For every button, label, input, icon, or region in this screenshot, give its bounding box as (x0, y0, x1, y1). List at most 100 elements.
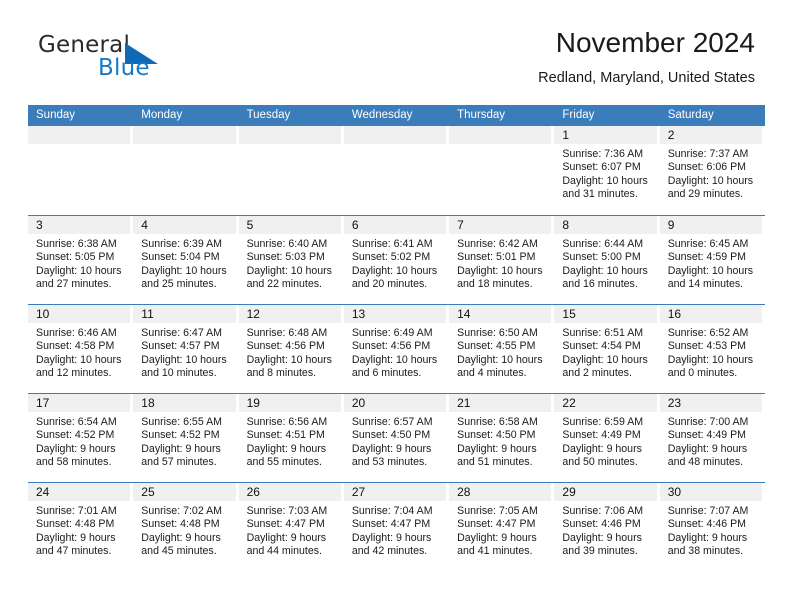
sunset-text: Sunset: 5:02 PM (351, 251, 431, 264)
day-cell[interactable]: 6 Sunrise: 6:41 AM Sunset: 5:02 PM Dayli… (343, 216, 449, 304)
sunset-text: Sunset: 4:56 PM (246, 340, 325, 353)
day-cell[interactable] (238, 126, 344, 215)
day-cell[interactable]: 23 Sunrise: 7:00 AM Sunset: 4:49 PM Dayl… (659, 394, 765, 482)
day-number: 8 (554, 216, 657, 234)
day-cell[interactable]: 15 Sunrise: 6:51 AM Sunset: 4:54 PM Dayl… (554, 305, 659, 393)
day-number: 18 (133, 394, 236, 412)
day-cell[interactable]: 22 Sunrise: 6:59 AM Sunset: 4:49 PM Dayl… (554, 394, 659, 482)
sunset-text: Sunset: 4:46 PM (562, 518, 641, 531)
sunset-text: Sunset: 5:04 PM (141, 251, 220, 264)
day-number: 13 (343, 305, 447, 323)
day-number: 3 (28, 216, 131, 234)
sunset-text: Sunset: 4:47 PM (351, 518, 431, 531)
sunset-text: Sunset: 4:52 PM (141, 429, 220, 442)
day-number: 16 (659, 305, 762, 323)
day-cell[interactable] (28, 126, 133, 215)
day-cell[interactable]: 26 Sunrise: 7:03 AM Sunset: 4:47 PM Dayl… (238, 483, 344, 571)
day-cell[interactable]: 25 Sunrise: 7:02 AM Sunset: 4:48 PM Dayl… (133, 483, 238, 571)
day-cell[interactable]: 9 Sunrise: 6:45 AM Sunset: 4:59 PM Dayli… (659, 216, 765, 304)
day-info (133, 144, 235, 148)
week-row: 1 Sunrise: 7:36 AM Sunset: 6:07 PM Dayli… (28, 126, 765, 215)
day-number (28, 126, 131, 144)
daylight-text: Daylight: 9 hours and 48 minutes. (667, 442, 748, 469)
day-info: Sunrise: 6:45 AM Sunset: 4:59 PM Dayligh… (660, 234, 762, 292)
daylight-text: Daylight: 10 hours and 27 minutes. (36, 264, 122, 291)
daylight-text: Daylight: 9 hours and 44 minutes. (246, 531, 327, 558)
sunrise-text: Sunrise: 6:51 AM (562, 327, 644, 339)
day-info: Sunrise: 6:59 AM Sunset: 4:49 PM Dayligh… (554, 412, 656, 470)
title-block: November 2024 Redland, Maryland, United … (538, 26, 755, 88)
day-cell[interactable]: 16 Sunrise: 6:52 AM Sunset: 4:53 PM Dayl… (659, 305, 765, 393)
day-cell[interactable]: 28 Sunrise: 7:05 AM Sunset: 4:47 PM Dayl… (449, 483, 554, 571)
sunset-text: Sunset: 5:05 PM (36, 251, 115, 264)
day-cell[interactable]: 30 Sunrise: 7:07 AM Sunset: 4:46 PM Dayl… (659, 483, 765, 571)
day-cell[interactable]: 3 Sunrise: 6:38 AM Sunset: 5:05 PM Dayli… (28, 216, 133, 304)
daylight-text: Daylight: 9 hours and 45 minutes. (141, 531, 221, 558)
day-cell[interactable]: 10 Sunrise: 6:46 AM Sunset: 4:58 PM Dayl… (28, 305, 133, 393)
sunset-text: Sunset: 5:00 PM (562, 251, 641, 264)
sunrise-text: Sunrise: 6:42 AM (457, 238, 538, 250)
day-number: 2 (659, 126, 762, 144)
day-info: Sunrise: 6:51 AM Sunset: 4:54 PM Dayligh… (554, 323, 656, 381)
sunset-text: Sunset: 4:46 PM (667, 518, 747, 531)
day-info: Sunrise: 6:46 AM Sunset: 4:58 PM Dayligh… (28, 323, 130, 381)
sunset-text: Sunset: 4:50 PM (351, 429, 431, 442)
day-number: 14 (449, 305, 552, 323)
day-number (449, 126, 552, 144)
day-info: Sunrise: 6:50 AM Sunset: 4:55 PM Dayligh… (449, 323, 551, 381)
generalblue-logo[interactable]: General Blue (38, 32, 218, 92)
day-number: 21 (449, 394, 552, 412)
day-info: Sunrise: 6:56 AM Sunset: 4:51 PM Dayligh… (239, 412, 341, 470)
day-cell[interactable]: 24 Sunrise: 7:01 AM Sunset: 4:48 PM Dayl… (28, 483, 133, 571)
day-cell[interactable]: 11 Sunrise: 6:47 AM Sunset: 4:57 PM Dayl… (133, 305, 238, 393)
day-cell[interactable] (449, 126, 554, 215)
sunrise-text: Sunrise: 6:56 AM (246, 416, 328, 428)
sunset-text: Sunset: 4:57 PM (141, 340, 220, 353)
day-number: 30 (659, 483, 762, 501)
day-info: Sunrise: 6:48 AM Sunset: 4:56 PM Dayligh… (239, 323, 341, 381)
daylight-text: Daylight: 10 hours and 6 minutes. (351, 353, 438, 380)
sunrise-text: Sunrise: 6:47 AM (141, 327, 222, 339)
sunset-text: Sunset: 6:07 PM (562, 161, 641, 174)
day-cell[interactable]: 19 Sunrise: 6:56 AM Sunset: 4:51 PM Dayl… (238, 394, 344, 482)
daylight-text: Daylight: 10 hours and 12 minutes. (36, 353, 122, 380)
page-title: November 2024 (555, 27, 755, 58)
day-cell[interactable] (133, 126, 238, 215)
day-cell[interactable]: 13 Sunrise: 6:49 AM Sunset: 4:56 PM Dayl… (343, 305, 449, 393)
sunrise-text: Sunrise: 6:48 AM (246, 327, 328, 339)
day-info: Sunrise: 6:52 AM Sunset: 4:53 PM Dayligh… (660, 323, 762, 381)
day-info: Sunrise: 7:04 AM Sunset: 4:47 PM Dayligh… (344, 501, 446, 559)
day-info: Sunrise: 7:36 AM Sunset: 6:07 PM Dayligh… (554, 144, 656, 202)
day-cell[interactable]: 14 Sunrise: 6:50 AM Sunset: 4:55 PM Dayl… (449, 305, 554, 393)
day-cell[interactable]: 27 Sunrise: 7:04 AM Sunset: 4:47 PM Dayl… (343, 483, 449, 571)
sunset-text: Sunset: 4:52 PM (36, 429, 115, 442)
day-cell[interactable]: 4 Sunrise: 6:39 AM Sunset: 5:04 PM Dayli… (133, 216, 238, 304)
weekday-header-saturday: Saturday (667, 109, 714, 121)
daylight-text: Daylight: 9 hours and 39 minutes. (562, 531, 642, 558)
sunrise-text: Sunrise: 7:03 AM (246, 505, 328, 517)
day-cell[interactable]: 7 Sunrise: 6:42 AM Sunset: 5:01 PM Dayli… (449, 216, 554, 304)
day-info: Sunrise: 6:41 AM Sunset: 5:02 PM Dayligh… (344, 234, 446, 292)
daylight-text: Daylight: 9 hours and 38 minutes. (667, 531, 748, 558)
day-cell[interactable]: 1 Sunrise: 7:36 AM Sunset: 6:07 PM Dayli… (554, 126, 659, 215)
day-cell[interactable]: 2 Sunrise: 7:37 AM Sunset: 6:06 PM Dayli… (659, 126, 765, 215)
sunrise-text: Sunrise: 7:07 AM (667, 505, 749, 517)
sunset-text: Sunset: 4:50 PM (457, 429, 536, 442)
week-row: 24 Sunrise: 7:01 AM Sunset: 4:48 PM Dayl… (28, 482, 765, 571)
daylight-text: Daylight: 10 hours and 29 minutes. (667, 174, 754, 201)
day-cell[interactable]: 20 Sunrise: 6:57 AM Sunset: 4:50 PM Dayl… (343, 394, 449, 482)
day-cell[interactable] (343, 126, 449, 215)
sunrise-text: Sunrise: 6:55 AM (141, 416, 222, 428)
day-number: 10 (28, 305, 131, 323)
day-cell[interactable]: 18 Sunrise: 6:55 AM Sunset: 4:52 PM Dayl… (133, 394, 238, 482)
day-number: 23 (659, 394, 762, 412)
day-cell[interactable]: 17 Sunrise: 6:54 AM Sunset: 4:52 PM Dayl… (28, 394, 133, 482)
day-cell[interactable]: 12 Sunrise: 6:48 AM Sunset: 4:56 PM Dayl… (238, 305, 344, 393)
sunset-text: Sunset: 6:06 PM (667, 161, 747, 174)
sunrise-text: Sunrise: 7:37 AM (667, 148, 749, 160)
day-cell[interactable]: 5 Sunrise: 6:40 AM Sunset: 5:03 PM Dayli… (238, 216, 344, 304)
day-cell[interactable]: 29 Sunrise: 7:06 AM Sunset: 4:46 PM Dayl… (554, 483, 659, 571)
day-cell[interactable]: 8 Sunrise: 6:44 AM Sunset: 5:00 PM Dayli… (554, 216, 659, 304)
day-number: 22 (554, 394, 657, 412)
day-cell[interactable]: 21 Sunrise: 6:58 AM Sunset: 4:50 PM Dayl… (449, 394, 554, 482)
